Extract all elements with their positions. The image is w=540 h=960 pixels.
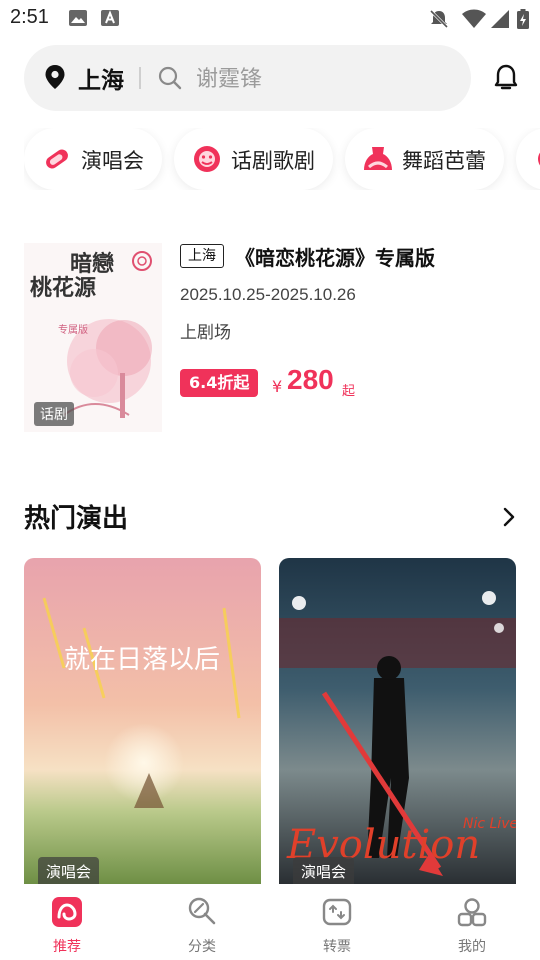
category-label: 演唱会 [81, 149, 144, 173]
nav-item-ticket-transfer[interactable]: 转票 [287, 884, 387, 960]
poster-title-line: 桃花源 [30, 275, 96, 301]
search-divider [139, 67, 141, 89]
nav-label: 分类 [188, 939, 216, 955]
category-chip-drama[interactable]: 话剧歌剧 [174, 128, 333, 190]
featured-venue: 上剧场 [180, 323, 231, 343]
poster-edition: 专属版 [58, 323, 88, 336]
poster-title-line: 暗戀 [70, 251, 114, 277]
battery-charging-icon [517, 9, 529, 29]
bell-icon[interactable] [493, 63, 519, 93]
show-card[interactable]: 就在日落以后 演唱会 [24, 558, 261, 884]
category-label: 话剧歌剧 [231, 149, 315, 173]
poster-title: 就在日落以后 [64, 645, 220, 675]
status-time: 2:51 [10, 6, 49, 28]
show-category-tag: 演唱会 [38, 857, 100, 884]
chevron-right-icon[interactable] [500, 506, 518, 528]
featured-poster[interactable]: 暗戀 桃花源 专属版 话剧 [24, 243, 162, 432]
nav-label: 转票 [323, 939, 351, 955]
status-bar: 2:51 [0, 0, 540, 36]
category-chip-dance[interactable]: 舞蹈芭蕾 [345, 128, 504, 190]
location-pin-icon[interactable] [44, 64, 66, 90]
category-chip-more[interactable] [516, 128, 540, 190]
section-title: 热门演出 [24, 504, 129, 534]
category-label: 舞蹈芭蕾 [402, 149, 486, 173]
poster-subtitle: Nic Live [463, 816, 516, 832]
show-poster-art: 就在日落以后 [24, 558, 261, 884]
recommend-icon [52, 897, 82, 927]
featured-title[interactable]: 《暗恋桃花源》专属版 [235, 242, 435, 271]
discount-badge: 6.4折起 [180, 369, 259, 397]
show-card[interactable]: Evolution Nic Live 演唱会 [279, 558, 516, 884]
bell-off-icon [429, 9, 449, 29]
nav-item-recommend[interactable]: 推荐 [17, 884, 117, 960]
profile-icon [457, 898, 487, 927]
search-input[interactable]: 谢霆锋 [196, 61, 262, 93]
bottom-nav: 推荐 分类 转票 我的 [0, 884, 540, 960]
ballet-skirt-icon [364, 147, 392, 170]
nav-label: 我的 [458, 939, 486, 955]
nav-item-profile[interactable]: 我的 [422, 884, 522, 960]
mask-icon [194, 146, 220, 172]
wifi-icon [462, 9, 486, 28]
search-bar[interactable]: 上海 谢霆锋 [24, 45, 471, 111]
ticket-transfer-icon [322, 898, 352, 926]
city-selector[interactable]: 上海 [78, 61, 124, 95]
category-more-icon [538, 152, 540, 166]
city-badge: 上海 [180, 244, 224, 268]
image-icon [69, 10, 87, 26]
text-a-icon [101, 10, 119, 26]
category-icon [188, 897, 216, 925]
category-chip-concert[interactable]: 演唱会 [24, 128, 162, 190]
microphone-icon [46, 149, 68, 169]
search-icon[interactable] [158, 66, 182, 90]
price-value: 280 [287, 364, 334, 395]
show-poster-art: Evolution Nic Live [279, 558, 516, 884]
signal-icon [491, 10, 509, 28]
featured-date: 2025.10.25-2025.10.26 [180, 285, 356, 304]
nav-item-category[interactable]: 分类 [152, 884, 252, 960]
nav-label: 推荐 [53, 939, 81, 955]
poster-category-tag: 话剧 [34, 402, 74, 426]
category-chips: 演唱会 话剧歌剧 舞蹈芭蕾 [24, 128, 540, 190]
show-category-tag: 演唱会 [293, 857, 355, 884]
price-suffix: 起 [342, 384, 356, 399]
price-currency: ¥ [272, 377, 283, 396]
